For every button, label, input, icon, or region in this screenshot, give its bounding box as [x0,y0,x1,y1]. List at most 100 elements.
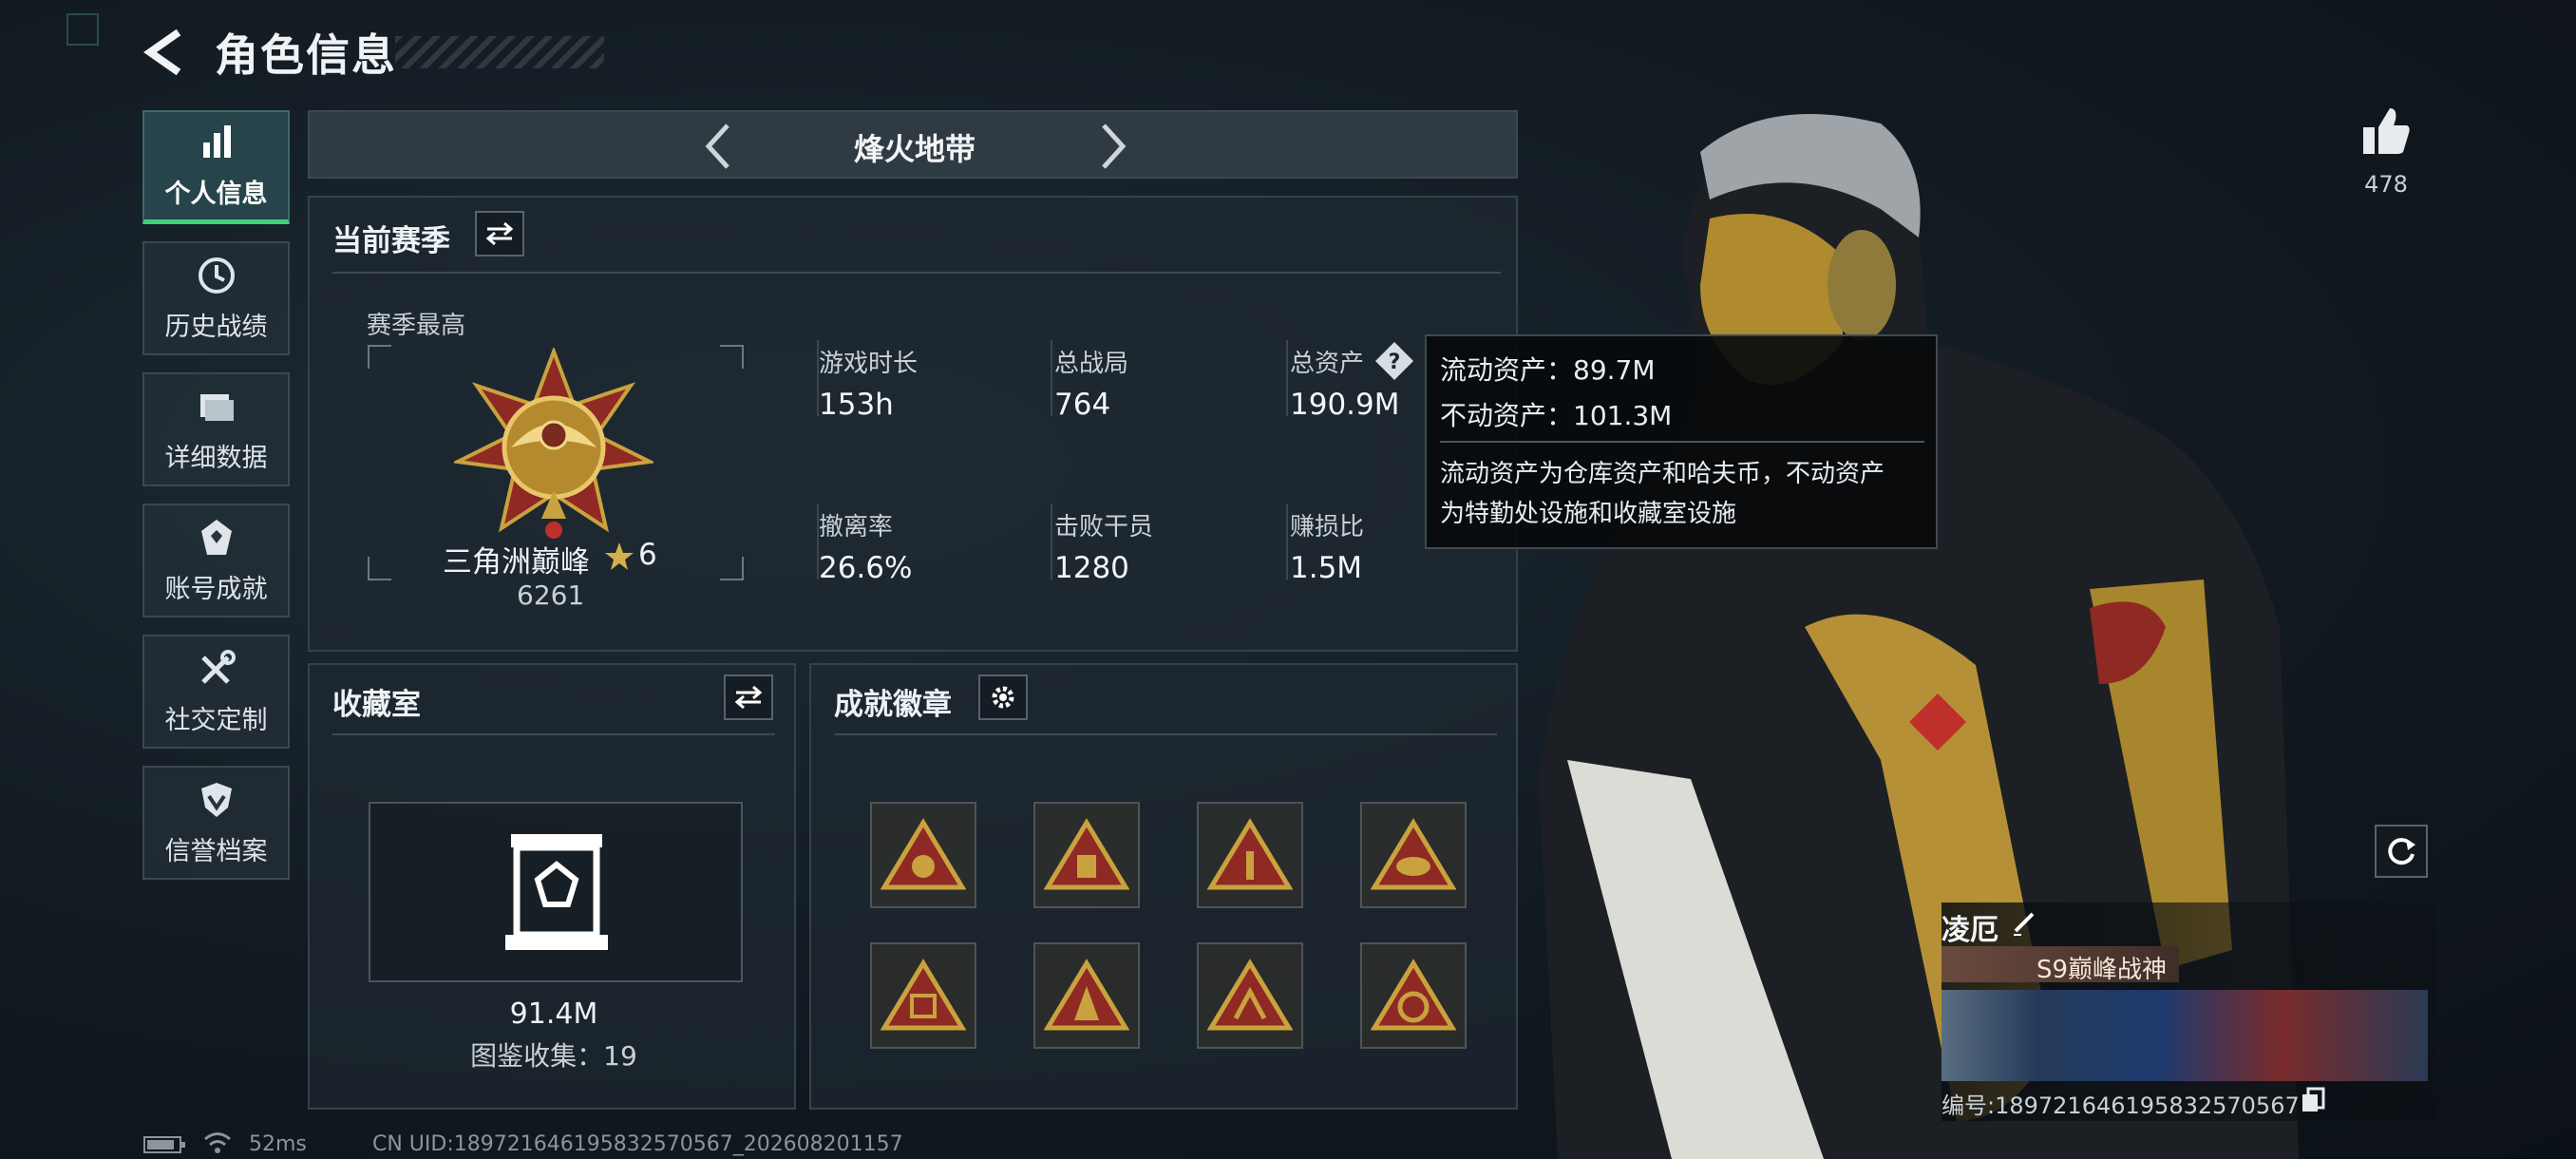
achievement-icon [200,519,232,555]
tooltip-description-line: 流动资产为仓库资产和哈夫币，不动资产 [1440,460,1885,488]
nav-label: 账号成就 [164,574,268,604]
wifi-icon [204,1132,231,1153]
title-decoration [395,36,604,68]
refresh-button[interactable] [2375,825,2428,878]
svg-text:?: ? [1389,351,1401,374]
season-best-label: 赛季最高 [367,312,466,340]
nav-label: 历史战绩 [164,312,268,342]
refresh-icon [2388,838,2415,865]
stat-value: 190.9M [1290,388,1400,422]
collection-panel: 收藏室 91.4M 图鉴收集：19 [308,663,796,1110]
nav-personal-info[interactable]: 个人信息 [142,110,290,224]
nav-credit-record[interactable]: 信誉档案 [142,766,290,880]
divider [332,272,1501,274]
nav-account-achievements[interactable]: 账号成就 [142,504,290,618]
thumbs-up-icon[interactable] [2359,104,2413,158]
nav-label: 个人信息 [164,180,268,209]
stat-value: 764 [1054,388,1111,422]
rank-points: 6261 [517,580,585,611]
achievements-settings-button[interactable] [978,674,1028,720]
copy-icon[interactable] [2301,1087,2325,1113]
achievement-badge[interactable] [1197,802,1303,908]
chevron-right-icon[interactable] [1094,122,1132,171]
stat-value: 1280 [1054,551,1129,585]
swap-arrows-icon [734,685,763,710]
player-banner-image [1941,990,2428,1081]
divider [834,733,1497,735]
star-icon [605,542,634,570]
back-arrow-icon[interactable] [142,28,188,76]
help-icon[interactable]: ? [1373,340,1415,382]
collection-value: 91.4M [509,998,598,1031]
asset-tooltip: 流动资产：89.7M 不动资产：101.3M 流动资产为仓库资产和哈夫币，不动资… [1425,334,1938,549]
stat-value: 1.5M [1290,551,1363,585]
title-tag-text: S9巅峰战神 [2036,956,2168,984]
vault-icon [505,834,608,950]
nav-label: 信誉档案 [164,836,268,866]
tooltip-description-line: 为特勤处设施和收藏室设施 [1440,500,1737,528]
nav-detailed-data[interactable]: 详细数据 [142,372,290,486]
collection-title: 收藏室 [332,688,421,722]
shield-icon [200,782,232,817]
divider [1286,504,1288,580]
stat-label: 击败干员 [1054,513,1154,542]
stat-value: 26.6% [819,551,913,585]
corner-decoration [66,13,99,46]
nav-label: 详细数据 [164,443,268,473]
achievement-badge-icon [1207,959,1293,1031]
achievement-badge-icon [1371,959,1456,1031]
rank-name: 三角洲巅峰 [443,545,590,580]
divider [1440,441,1924,443]
nav-match-history[interactable]: 历史战绩 [142,241,290,355]
history-clock-icon [198,256,235,294]
mode-title: 烽火地带 [853,131,975,167]
page-title: 角色信息 [215,29,397,81]
achievement-badge-icon [1044,818,1129,890]
achievement-badge[interactable] [1197,942,1303,1049]
achievement-badge[interactable] [870,942,976,1049]
gear-icon [992,686,1014,709]
achievement-badge-icon [1371,818,1456,890]
likes-count: 478 [2364,171,2408,198]
rank-emblem-icon [454,348,653,539]
uid-text: CN UID:18972164619583257056​7_2026082011… [372,1132,903,1156]
achievement-badge-icon [1207,818,1293,890]
divider [1051,340,1052,416]
divider [1286,340,1288,416]
folder-icon [199,393,234,421]
stat-label: 游戏时长 [819,350,919,378]
achievement-badge[interactable] [1360,942,1467,1049]
collection-catalog: 图鉴收集：19 [470,1040,637,1072]
collection-preview[interactable] [369,802,743,982]
achievement-badge-icon [881,818,966,890]
collection-switch-button[interactable] [724,674,773,720]
stat-label: 撤离率 [819,513,894,542]
divider [332,733,775,735]
achievement-badge[interactable] [1360,802,1467,908]
wrench-tools-icon [200,649,236,684]
achievements-title: 成就徽章 [834,688,952,722]
title-tag: S9巅峰战神 [1941,946,2179,984]
nav-label: 社交定制 [164,705,268,735]
tooltip-fixed-assets: 不动资产：101.3M [1440,400,1673,431]
achievement-badge-icon [881,959,966,1031]
divider [1051,504,1052,580]
achievements-panel: 成就徽章 [809,663,1518,1110]
season-switch-button[interactable] [475,211,524,256]
rank-stars: 6 [638,538,657,572]
achievement-badge-icon [1044,959,1129,1031]
stat-value: 153h [819,388,894,422]
achievement-badge[interactable] [870,802,976,908]
achievement-badge[interactable] [1033,942,1140,1049]
nav-social-customization[interactable]: 社交定制 [142,635,290,749]
player-card: 凌厄 S9巅峰战神 编号:18972164619583257056​7 [1941,902,2435,1121]
achievement-badge[interactable] [1033,802,1140,908]
bar-chart-icon [202,125,231,158]
swap-arrows-icon [485,221,514,246]
stat-label: 总资产 [1290,350,1365,378]
player-name: 凌厄 [1941,914,1998,947]
stat-label: 赚损比 [1290,513,1365,542]
player-id: 编号:18972164619583257056​7 [1941,1092,2300,1119]
mode-selector: 烽火地带 [308,110,1518,179]
edit-pencil-icon[interactable] [2010,908,2038,937]
